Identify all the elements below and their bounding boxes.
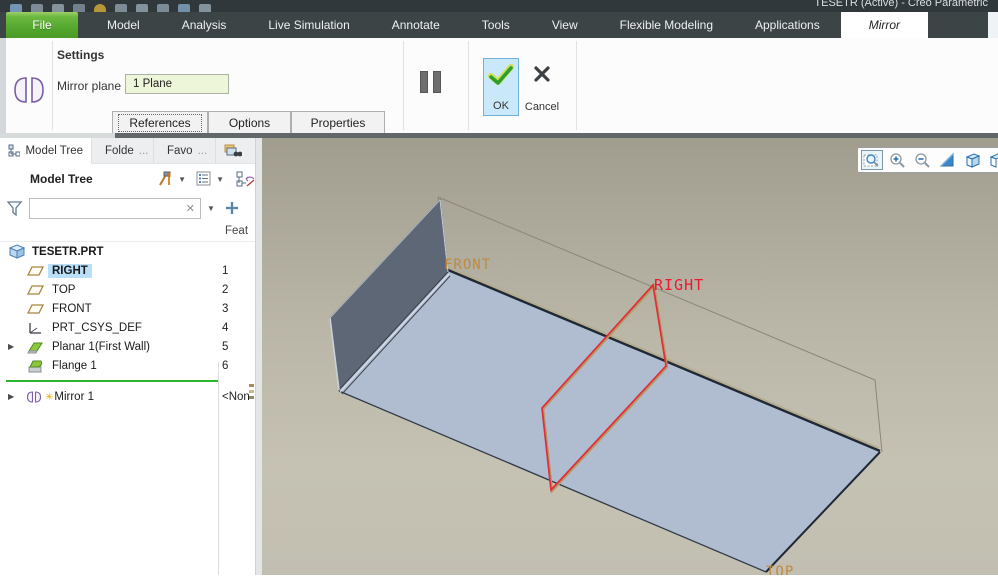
expand-arrow-icon[interactable]: ▶ <box>8 342 18 351</box>
tab-live-simulation[interactable]: Live Simulation <box>247 12 370 38</box>
model-tree-icon <box>8 144 20 157</box>
tab-references[interactable]: References <box>112 111 208 133</box>
ok-check-icon <box>487 63 515 87</box>
redo-icon[interactable] <box>115 4 127 12</box>
regenerate-icon[interactable] <box>136 4 148 12</box>
copy-icon[interactable] <box>178 4 190 12</box>
tab-properties[interactable]: Properties <box>291 111 385 133</box>
tab-flexible-modeling[interactable]: Flexible Modeling <box>599 12 734 38</box>
csys-icon <box>27 321 44 335</box>
mirror-plane-collector[interactable]: 1 Plane <box>125 74 229 94</box>
datum-plane-icon <box>27 265 44 277</box>
datum-plane-icon <box>27 284 44 296</box>
mirror-icon <box>26 390 42 404</box>
tree-row-flange[interactable]: Flange 1 6 <box>0 356 262 375</box>
feat-column-header: Feat <box>225 225 248 237</box>
layer-search-icon <box>224 144 242 158</box>
tab-annotate[interactable]: Annotate <box>371 12 461 38</box>
tab-view[interactable]: View <box>531 12 599 38</box>
saved-views-icon[interactable] <box>961 150 983 170</box>
tab-model-tree[interactable]: Model Tree <box>0 138 92 164</box>
tab-model[interactable]: Model <box>86 12 161 38</box>
model-tree-title: Model Tree <box>30 172 93 186</box>
model-tree-header: Model Tree ▼ <box>0 164 262 194</box>
tree-row-planar-wall[interactable]: ▶ Planar 1(First Wall) 5 <box>0 337 262 356</box>
expand-arrow-icon[interactable]: ▶ <box>8 392 18 401</box>
tree-tools-caret[interactable]: ▼ <box>178 175 186 184</box>
panel-splitter[interactable] <box>255 138 262 575</box>
tab-options[interactable]: Options <box>208 111 291 133</box>
zoom-in-icon[interactable] <box>886 150 908 170</box>
tab-layer-search[interactable] <box>216 138 256 163</box>
creo-logo-icon <box>10 4 22 12</box>
feat-column-header-row: Feat <box>0 222 262 242</box>
clear-filter-icon[interactable]: ✕ <box>186 202 195 215</box>
graphics-area[interactable]: FRONT RIGHT TOP <box>262 138 998 575</box>
tree-row-csys[interactable]: PRT_CSYS_DEF 4 <box>0 318 262 337</box>
mirror-dashboard: Settings Mirror plane 1 Plane References… <box>0 38 998 133</box>
list-icon[interactable] <box>157 4 169 12</box>
repaint-icon[interactable] <box>936 150 958 170</box>
new-file-icon[interactable] <box>31 4 43 12</box>
file-menu-button[interactable]: File <box>6 12 78 38</box>
top-plane-label: TOP <box>766 564 794 575</box>
ok-button[interactable]: OK <box>483 58 519 116</box>
model-tree: TESETR.PRT RIGHT 1 TOP 2 FRONT 3 <box>0 242 262 406</box>
graphics-toolbar <box>857 147 998 173</box>
planar-wall-icon <box>27 340 44 354</box>
tree-filter-input[interactable] <box>30 199 175 218</box>
tree-list-icon[interactable] <box>196 171 212 187</box>
window-edge <box>988 12 998 38</box>
tree-list-caret[interactable]: ▼ <box>216 175 224 184</box>
title-bar: TESETR (Active) - Creo Parametric <box>0 0 998 12</box>
tab-analysis[interactable]: Analysis <box>161 12 248 38</box>
ribbon-tab-bar: File Model Analysis Live Simulation Anno… <box>0 12 998 38</box>
tree-row-top-plane[interactable]: TOP 2 <box>0 280 262 299</box>
tree-tools-icon[interactable] <box>156 171 174 187</box>
tree-row-part[interactable]: TESETR.PRT <box>0 242 262 261</box>
dashboard-tabs: References Options Properties <box>112 111 385 133</box>
flange-icon <box>27 359 44 373</box>
front-plane-label: FRONT <box>444 257 491 273</box>
open-icon[interactable] <box>52 4 64 12</box>
datum-plane-icon <box>27 303 44 315</box>
tab-tools[interactable]: Tools <box>461 12 531 38</box>
collapse-tree-icon[interactable] <box>236 171 256 188</box>
undo-icon[interactable] <box>94 4 106 12</box>
part-icon <box>9 244 25 259</box>
tree-row-right-plane[interactable]: RIGHT 1 <box>0 261 262 280</box>
right-plane-label: RIGHT <box>654 276 704 294</box>
filter-funnel-icon <box>6 200 23 217</box>
tab-mirror-active[interactable]: Mirror <box>841 12 928 38</box>
add-filter-icon[interactable] <box>225 201 239 215</box>
filter-history-caret[interactable]: ▼ <box>207 204 215 213</box>
navigator-tabs: Model Tree Folde... ✳ Favo... <box>0 138 262 164</box>
tab-favorites[interactable]: ✳ Favo... <box>154 138 216 163</box>
zoom-region-icon[interactable] <box>861 150 883 170</box>
insert-here-locator[interactable] <box>6 380 218 382</box>
display-style-icon[interactable] <box>986 150 998 170</box>
plate-top-face[interactable] <box>339 271 880 572</box>
save-icon[interactable] <box>73 4 85 12</box>
tab-applications[interactable]: Applications <box>734 12 841 38</box>
tree-row-mirror[interactable]: ▶ ✳Mirror 1 <Non <box>0 387 262 406</box>
settings-group-title: Settings <box>57 48 104 62</box>
cancel-x-icon <box>532 64 552 84</box>
mirror-feature-icon <box>12 74 46 106</box>
tree-filter-row: ✕ ▼ <box>0 194 262 222</box>
tree-filter-box: ✕ <box>29 198 201 219</box>
model-scene: FRONT RIGHT TOP <box>262 138 998 575</box>
zoom-out-icon[interactable] <box>911 150 933 170</box>
tree-row-front-plane[interactable]: FRONT 3 <box>0 299 262 318</box>
cancel-button[interactable]: Cancel <box>521 62 563 116</box>
pause-button[interactable] <box>420 71 450 97</box>
window-title: TESETR (Active) - Creo Parametric <box>814 0 988 10</box>
quick-access-toolbar <box>10 4 211 12</box>
navigator-panel: Model Tree Folde... ✳ Favo... <box>0 138 262 575</box>
paste-icon[interactable] <box>199 4 211 12</box>
mirror-plane-label: Mirror plane <box>57 79 121 93</box>
tab-folder-browser[interactable]: Folde... <box>92 138 154 163</box>
pending-asterisk-icon: ✳ <box>45 392 53 403</box>
